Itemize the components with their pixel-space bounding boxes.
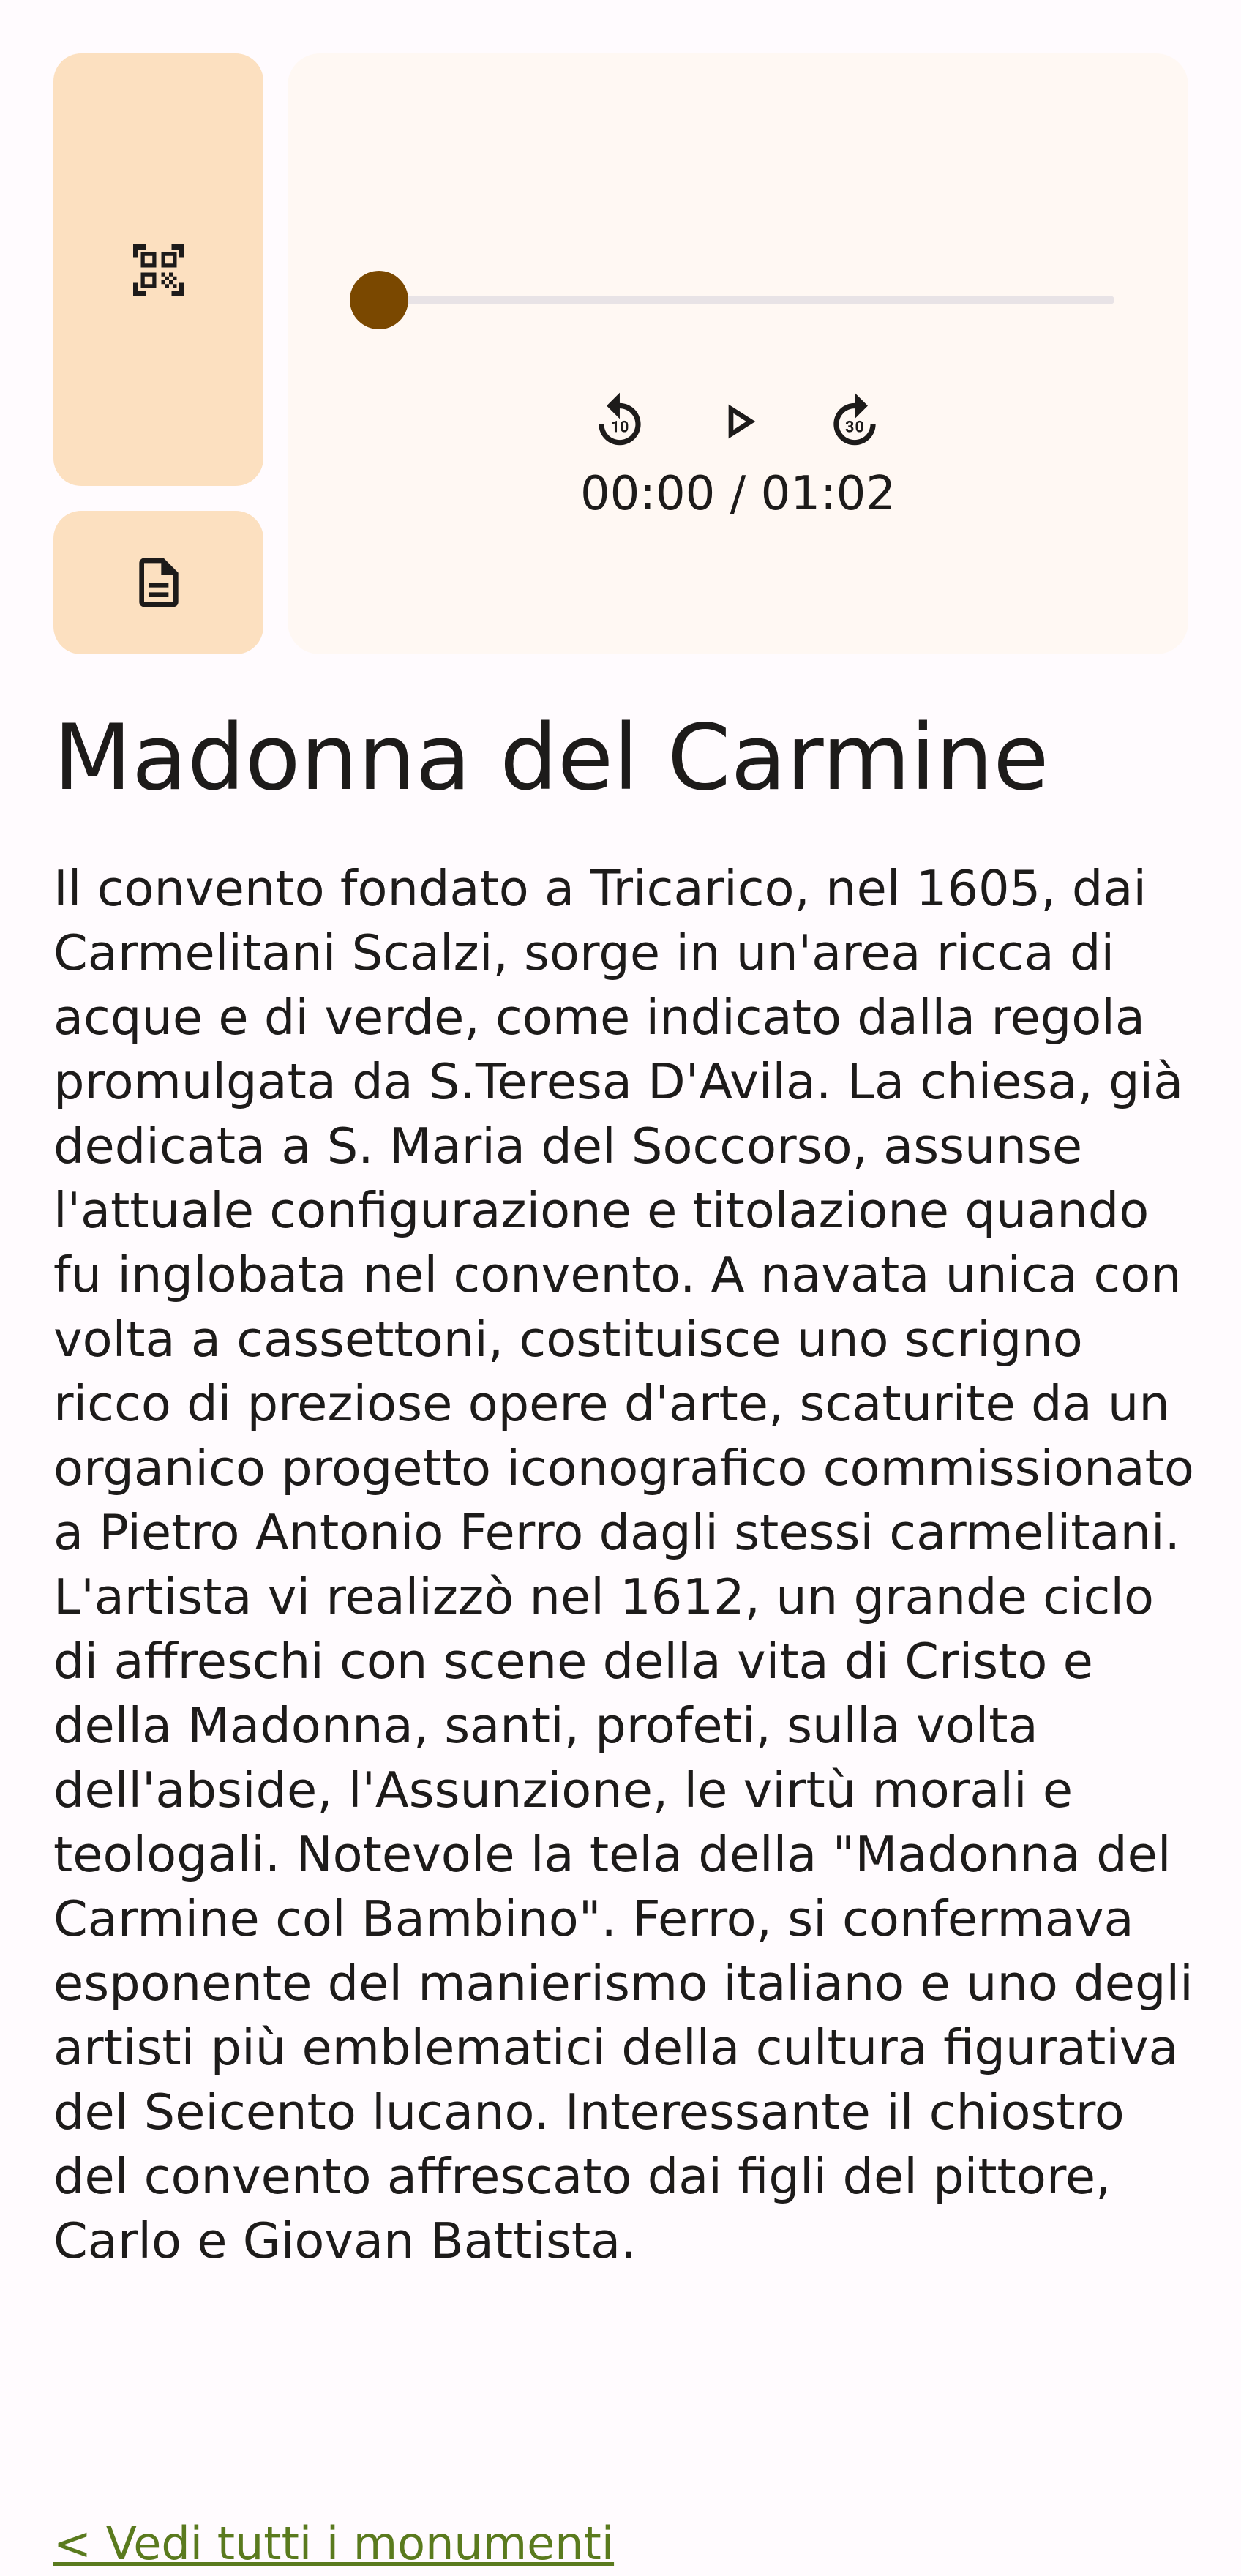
qr-scan-button[interactable] <box>53 53 263 486</box>
time-label: 00:00 / 01:02 <box>580 467 896 521</box>
qr-code-scanner-icon <box>132 244 184 296</box>
replay-10-icon <box>599 392 641 446</box>
document-icon <box>138 558 179 607</box>
document-button[interactable] <box>53 511 263 654</box>
monument-description: Il convento fondato a Tricarico, nel 160… <box>53 860 1194 2269</box>
audio-player: 00:00 / 01:02 <box>288 53 1188 654</box>
all-monuments-link[interactable]: < Vedi tutti i monumenti <box>53 2512 614 2576</box>
page-title: Madonna del Carmine <box>53 705 1049 811</box>
forward-10-button[interactable] <box>820 386 890 457</box>
rewind-10-button[interactable] <box>585 386 655 457</box>
progress-thumb[interactable] <box>350 271 408 329</box>
forward-10-icon <box>833 392 876 446</box>
play-button[interactable] <box>703 386 773 457</box>
progress-track[interactable] <box>379 296 1114 304</box>
play-icon <box>728 404 756 439</box>
